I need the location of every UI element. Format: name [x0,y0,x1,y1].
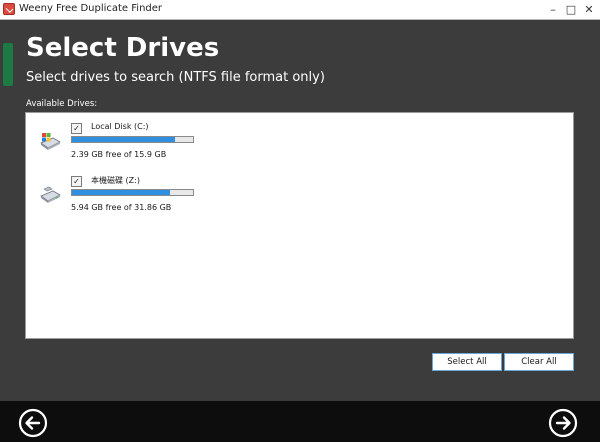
accent-bar [3,43,13,86]
window-title: Weeny Free Duplicate Finder [19,3,163,14]
drive-free-space: 5.94 GB free of 31.86 GB [71,203,172,212]
drives-list: ✓ Local Disk (C:) 2.39 GB free of 15.9 G… [25,112,574,339]
next-arrow-icon[interactable] [548,408,578,438]
drive-name: Local Disk (C:) [91,122,149,131]
drive-checkbox[interactable]: ✓ [71,176,82,187]
bottom-nav-bar [0,401,600,442]
page-subtitle: Select drives to search (NTFS file forma… [26,70,325,85]
drive-item: ✓ 本機磁碟 (Z:) 5.94 GB free of 31.86 GB [26,175,326,221]
close-button[interactable]: ✕ [581,1,597,17]
hard-drive-icon [40,186,61,203]
back-arrow-icon[interactable] [18,408,48,438]
app-icon [3,3,15,15]
minimize-button[interactable]: – [545,1,561,17]
windows-drive-icon [40,133,61,150]
drive-usage-bar [71,136,194,143]
maximize-button[interactable]: □ [563,1,579,17]
available-drives-label: Available Drives: [26,99,98,109]
select-all-button[interactable]: Select All [432,353,502,371]
drive-usage-fill [72,190,170,195]
drive-checkbox[interactable]: ✓ [71,123,82,134]
page-title: Select Drives [26,33,220,63]
title-bar: Weeny Free Duplicate Finder – □ ✕ [0,0,600,20]
drive-usage-bar [71,189,194,196]
drive-free-space: 2.39 GB free of 15.9 GB [71,150,167,159]
clear-all-button[interactable]: Clear All [504,353,574,371]
drive-item: ✓ Local Disk (C:) 2.39 GB free of 15.9 G… [26,122,326,168]
drive-usage-fill [72,137,175,142]
drive-name: 本機磁碟 (Z:) [91,176,140,185]
